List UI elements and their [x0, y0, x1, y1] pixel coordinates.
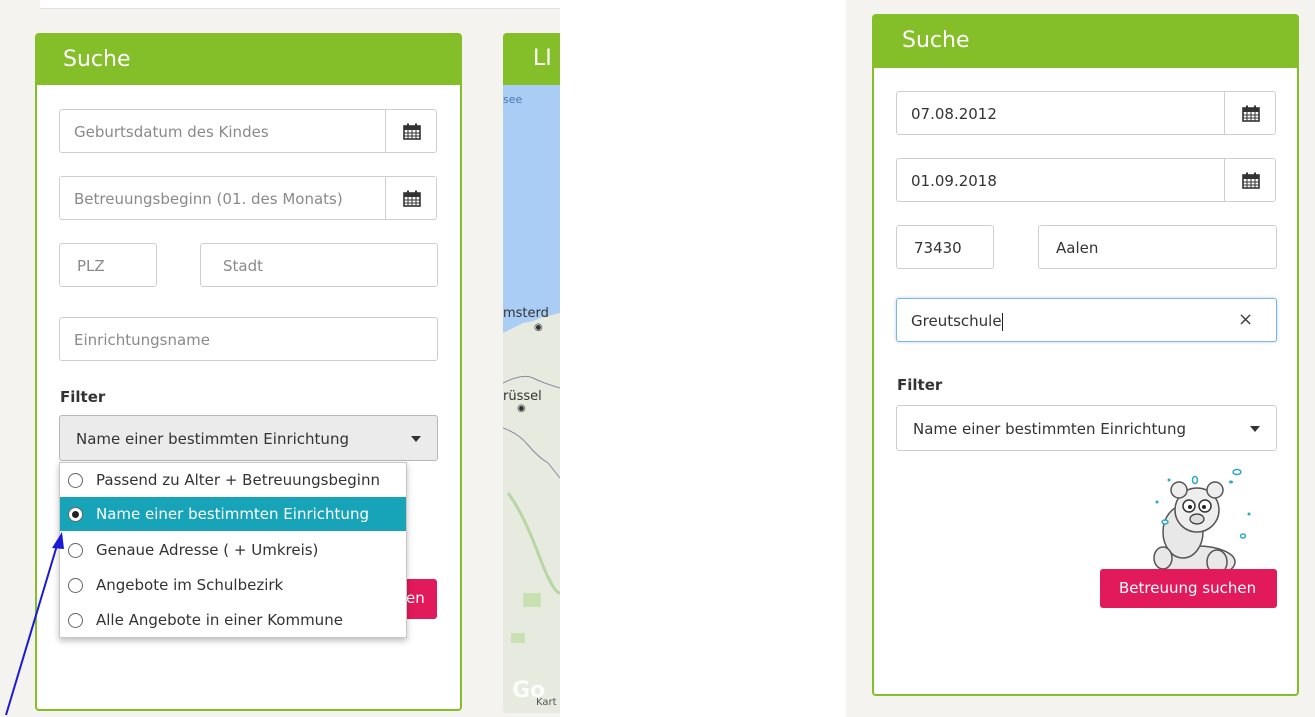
left-start-calendar-button[interactable] [385, 176, 437, 220]
right-search-button[interactable]: Betreuung suchen [1100, 569, 1277, 608]
right-start-calendar-button[interactable] [1224, 158, 1276, 202]
right-facility-input[interactable]: Greutschule [896, 298, 1277, 342]
left-filter-select[interactable]: Name einer bestimmten Einrichtung [59, 415, 438, 461]
left-plz-input[interactable]: PLZ [59, 243, 157, 287]
right-city-input[interactable]: Aalen [1038, 225, 1277, 269]
map-city-dot: ◉ [517, 403, 526, 414]
annotation-arrow [5, 532, 64, 716]
map-city-dot: ◉ [534, 322, 543, 333]
left-facility-input[interactable]: Einrichtungsname [59, 317, 438, 361]
filter-option-label: Genaue Adresse ( + Umkreis) [96, 541, 319, 559]
filter-option-selected[interactable]: Name einer bestimmten Einrichtung [60, 497, 406, 531]
calendar-icon [403, 123, 421, 140]
right-facility-value: Greutschule [911, 312, 1002, 330]
right-start-input[interactable]: 01.09.2018 [896, 158, 1226, 202]
map-panel-title: LI [503, 33, 560, 85]
chevron-down-icon [1250, 426, 1260, 432]
filter-option[interactable]: Passend zu Alter + Betreuungsbeginn [60, 463, 406, 497]
right-birthdate-calendar-button[interactable] [1224, 91, 1276, 135]
calendar-icon [403, 190, 421, 207]
right-filter-label: Filter [897, 376, 943, 394]
left-filter-label: Filter [60, 388, 106, 406]
map-label-amsterdam: msterd [503, 306, 549, 321]
chevron-down-icon [411, 436, 421, 442]
filter-option[interactable]: Alle Angebote in einer Kommune [60, 603, 406, 637]
right-plz-input[interactable]: 73430 [896, 225, 994, 269]
clear-icon[interactable]: × [1238, 309, 1253, 330]
map-panel[interactable]: LI see msterd ◉ rüssel ◉ Go Kart [503, 33, 560, 713]
left-city-input[interactable]: Stadt [200, 243, 438, 287]
map-label-bruessel: rüssel [503, 389, 542, 404]
left-filter-select-value: Name einer bestimmten Einrichtung [76, 430, 349, 448]
right-birthdate-input[interactable]: 07.08.2012 [896, 91, 1226, 135]
map-label-see: see [503, 93, 523, 106]
right-filter-select-value: Name einer bestimmten Einrichtung [913, 420, 1186, 438]
text-cursor [1001, 312, 1003, 331]
right-filter-select[interactable]: Name einer bestimmten Einrichtung [896, 405, 1277, 451]
filter-option-label: Alle Angebote in einer Kommune [96, 611, 343, 629]
filter-option[interactable]: Genaue Adresse ( + Umkreis) [60, 533, 406, 567]
map-attribution-link[interactable]: Kart [536, 697, 557, 708]
right-panel-title: Suche [874, 16, 1297, 68]
left-search-button-label: en [406, 589, 425, 607]
left-top-strip [40, 0, 560, 9]
left-birthdate-calendar-button[interactable] [385, 109, 437, 153]
left-birthdate-input[interactable]: Geburtsdatum des Kindes [59, 109, 387, 153]
radio-button[interactable] [68, 473, 83, 488]
left-filter-dropdown: Passend zu Alter + Betreuungsbeginn Name… [59, 462, 407, 638]
right-search-button-label: Betreuung suchen [1119, 579, 1257, 597]
left-start-input[interactable]: Betreuungsbeginn (01. des Monats) [59, 176, 387, 220]
teddy-bear-illustration [1153, 468, 1251, 579]
filter-option-label: Name einer bestimmten Einrichtung [96, 505, 369, 523]
calendar-icon [1242, 105, 1260, 122]
filter-option[interactable]: Angebote im Schulbezirk [60, 568, 406, 602]
filter-option-label: Passend zu Alter + Betreuungsbeginn [96, 471, 380, 489]
filter-option-label: Angebote im Schulbezirk [96, 576, 284, 594]
map-coastline [503, 313, 560, 713]
left-panel-title: Suche [37, 35, 460, 85]
calendar-icon [1242, 172, 1260, 189]
